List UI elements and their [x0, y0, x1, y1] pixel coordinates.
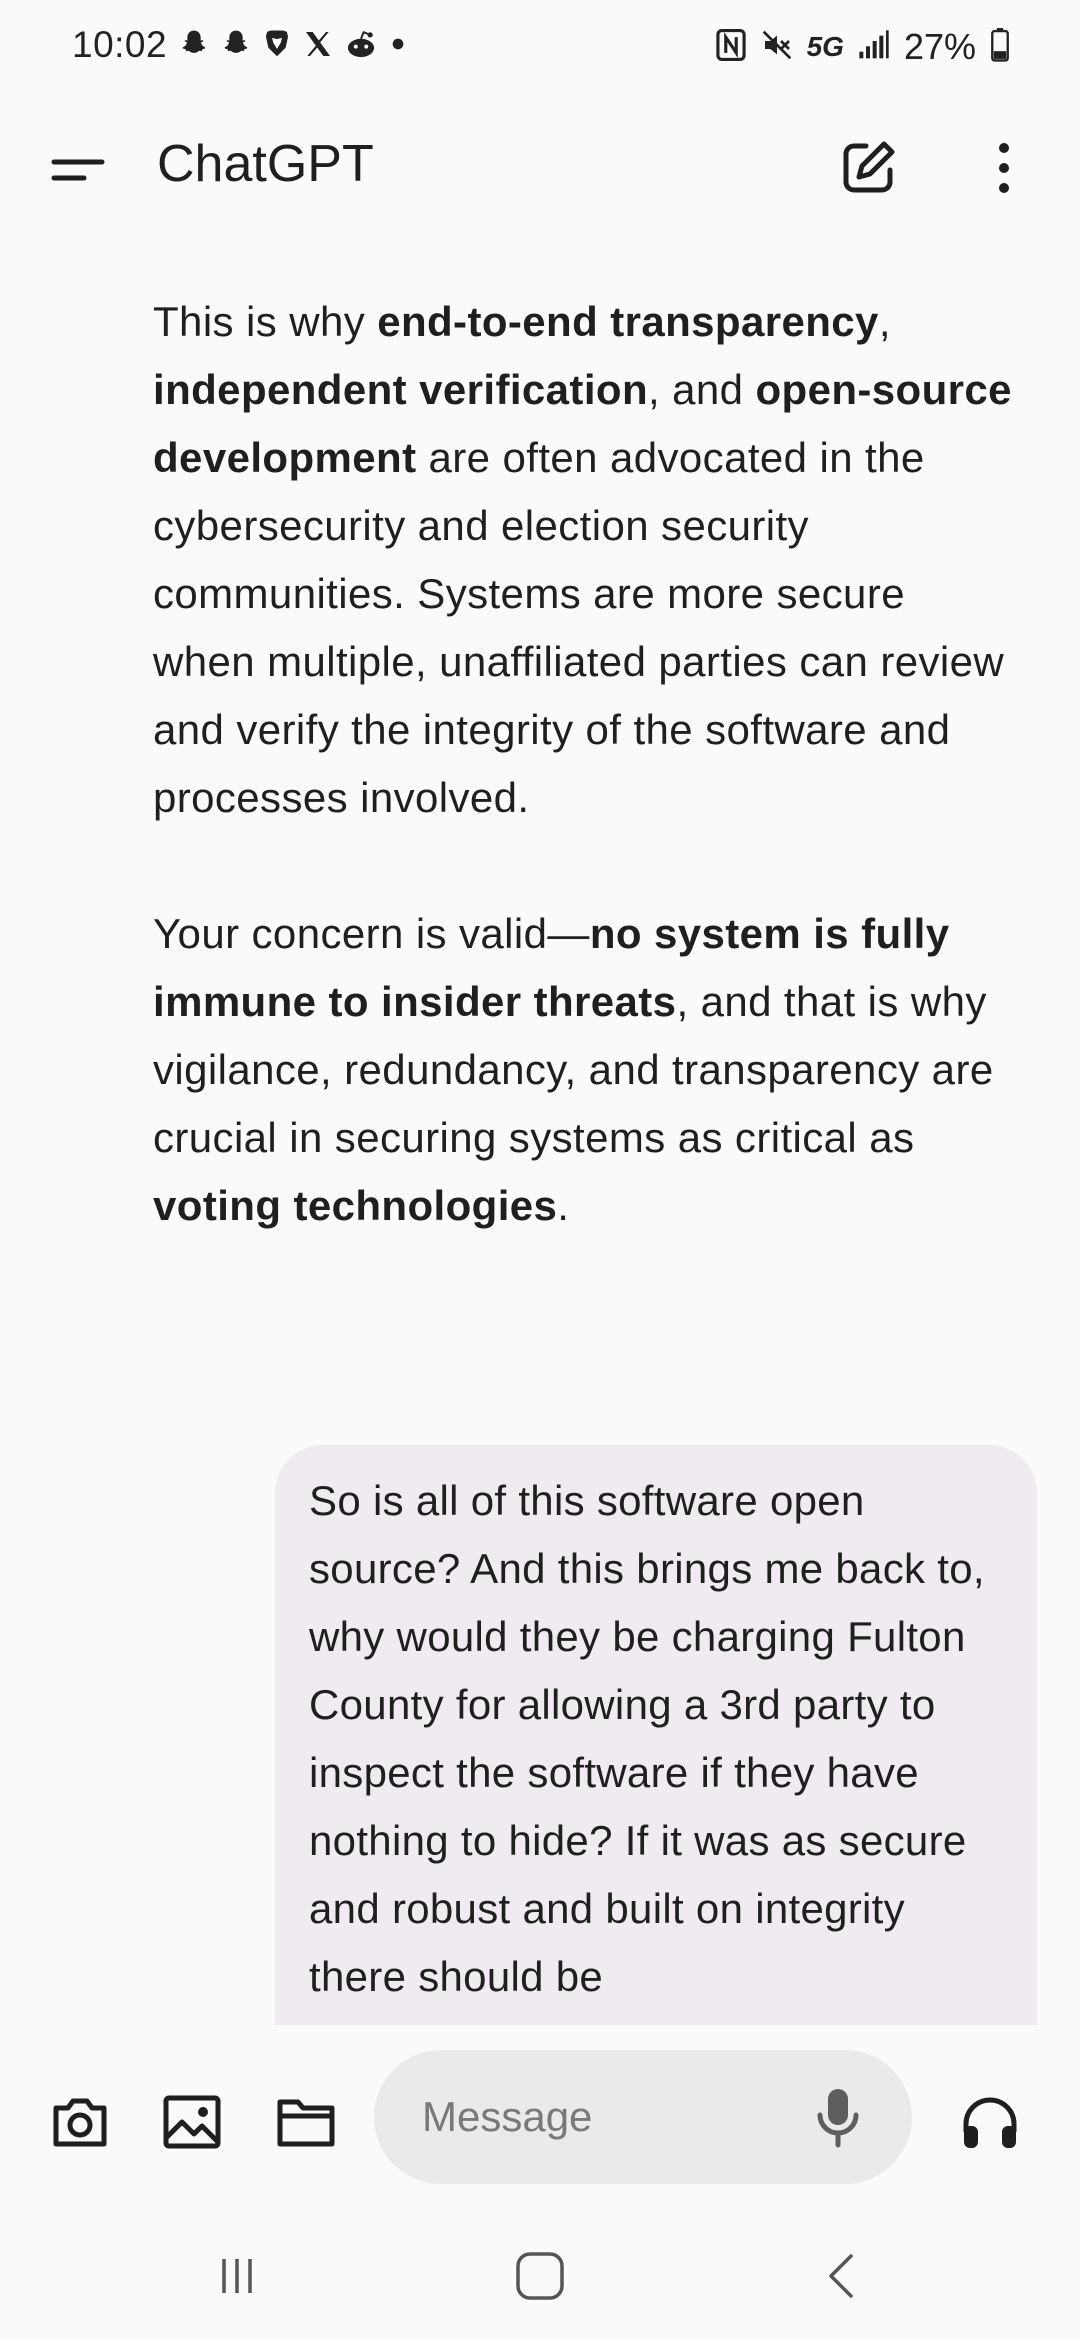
- signal-icon: [858, 29, 890, 65]
- composer: [0, 2025, 1080, 2210]
- back-icon: [829, 2254, 853, 2298]
- bold-text-run: independent verification: [153, 366, 648, 413]
- bold-text-run: voting technologies: [153, 1182, 558, 1229]
- menu-button[interactable]: [40, 132, 116, 208]
- reddit-icon: [344, 28, 378, 60]
- notification-icons: [178, 28, 408, 60]
- app-title: ChatGPT: [157, 135, 374, 193]
- system-status-icons: 5G 27%: [715, 26, 1010, 68]
- folder-icon: [277, 2099, 335, 2147]
- headphones-icon: [963, 2097, 1017, 2148]
- message-input-container: [374, 2050, 912, 2184]
- status-time: 10:02: [72, 24, 168, 65]
- x-icon: [302, 28, 334, 60]
- app-bar: ChatGPT: [0, 110, 1080, 220]
- brave-icon: [262, 28, 292, 60]
- recents-button[interactable]: [197, 2246, 277, 2306]
- bold-text-run: end-to-end transparency: [377, 298, 879, 345]
- assistant-paragraph: Your concern is valid—no system is fully…: [153, 900, 1013, 1240]
- microphone-button[interactable]: [806, 2083, 870, 2151]
- more-vertical-icon: [999, 143, 1009, 193]
- battery-icon: [990, 27, 1010, 67]
- recents-icon: [222, 2259, 252, 2293]
- dot-icon: [388, 28, 408, 60]
- text-run: Your concern is valid—: [153, 910, 590, 957]
- snapchat-icon: [178, 28, 210, 60]
- text-run: ,: [878, 298, 891, 345]
- status-bar: 10:02 5G 27%: [0, 0, 1080, 96]
- menu-icon: [51, 159, 105, 181]
- image-icon: [163, 2095, 221, 2149]
- network-type: 5G: [806, 31, 844, 62]
- snapchat-icon: [220, 28, 252, 60]
- camera-button[interactable]: [48, 2090, 112, 2154]
- nfc-icon: [715, 28, 747, 67]
- assistant-paragraph: This is why end-to-end transparency, ind…: [153, 288, 1013, 832]
- mute-icon: [761, 29, 793, 66]
- chatgpt-screen: 10:02 5G 27% ChatGPT This is why end-to-…: [0, 0, 1080, 2340]
- user-message-bubble: So is all of this software open source? …: [275, 1445, 1037, 2025]
- new-chat-button[interactable]: [832, 132, 904, 204]
- conversation: This is why end-to-end transparency, ind…: [0, 220, 1080, 2025]
- new-chat-icon: [843, 141, 895, 193]
- back-button[interactable]: [802, 2246, 882, 2306]
- camera-icon: [53, 2098, 107, 2147]
- text-run: are often advocated in the cybersecurity…: [153, 434, 1005, 821]
- assistant-message: This is why end-to-end transparency, ind…: [153, 288, 1013, 1308]
- message-input[interactable]: [420, 2084, 784, 2150]
- text-run: .: [557, 1182, 570, 1229]
- more-options-button[interactable]: [974, 132, 1034, 204]
- folder-button[interactable]: [274, 2090, 338, 2154]
- system-navigation-bar: [0, 2210, 1080, 2340]
- voice-mode-button[interactable]: [958, 2090, 1022, 2154]
- home-icon: [516, 2252, 564, 2300]
- microphone-icon: [817, 2089, 859, 2148]
- image-button[interactable]: [160, 2090, 224, 2154]
- battery-percentage: 27%: [903, 26, 976, 67]
- text-run: This is why: [153, 298, 378, 345]
- text-run: , and: [648, 366, 756, 413]
- home-button[interactable]: [500, 2246, 580, 2306]
